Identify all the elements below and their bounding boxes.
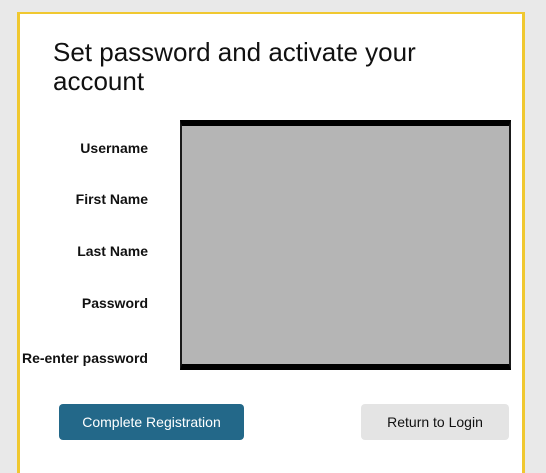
password-label: Password [81, 295, 148, 311]
username-label: Username [80, 140, 148, 156]
last-name-label: Last Name [77, 243, 148, 259]
registration-panel: Set password and activate your account U… [17, 12, 525, 473]
return-to-login-button[interactable]: Return to Login [361, 404, 509, 440]
complete-registration-button[interactable]: Complete Registration [59, 404, 244, 440]
redacted-input-fields [180, 120, 511, 370]
page-title: Set password and activate your account [53, 37, 416, 96]
reenter-password-label: Re-enter password [21, 350, 148, 366]
first-name-label: First Name [75, 191, 148, 207]
